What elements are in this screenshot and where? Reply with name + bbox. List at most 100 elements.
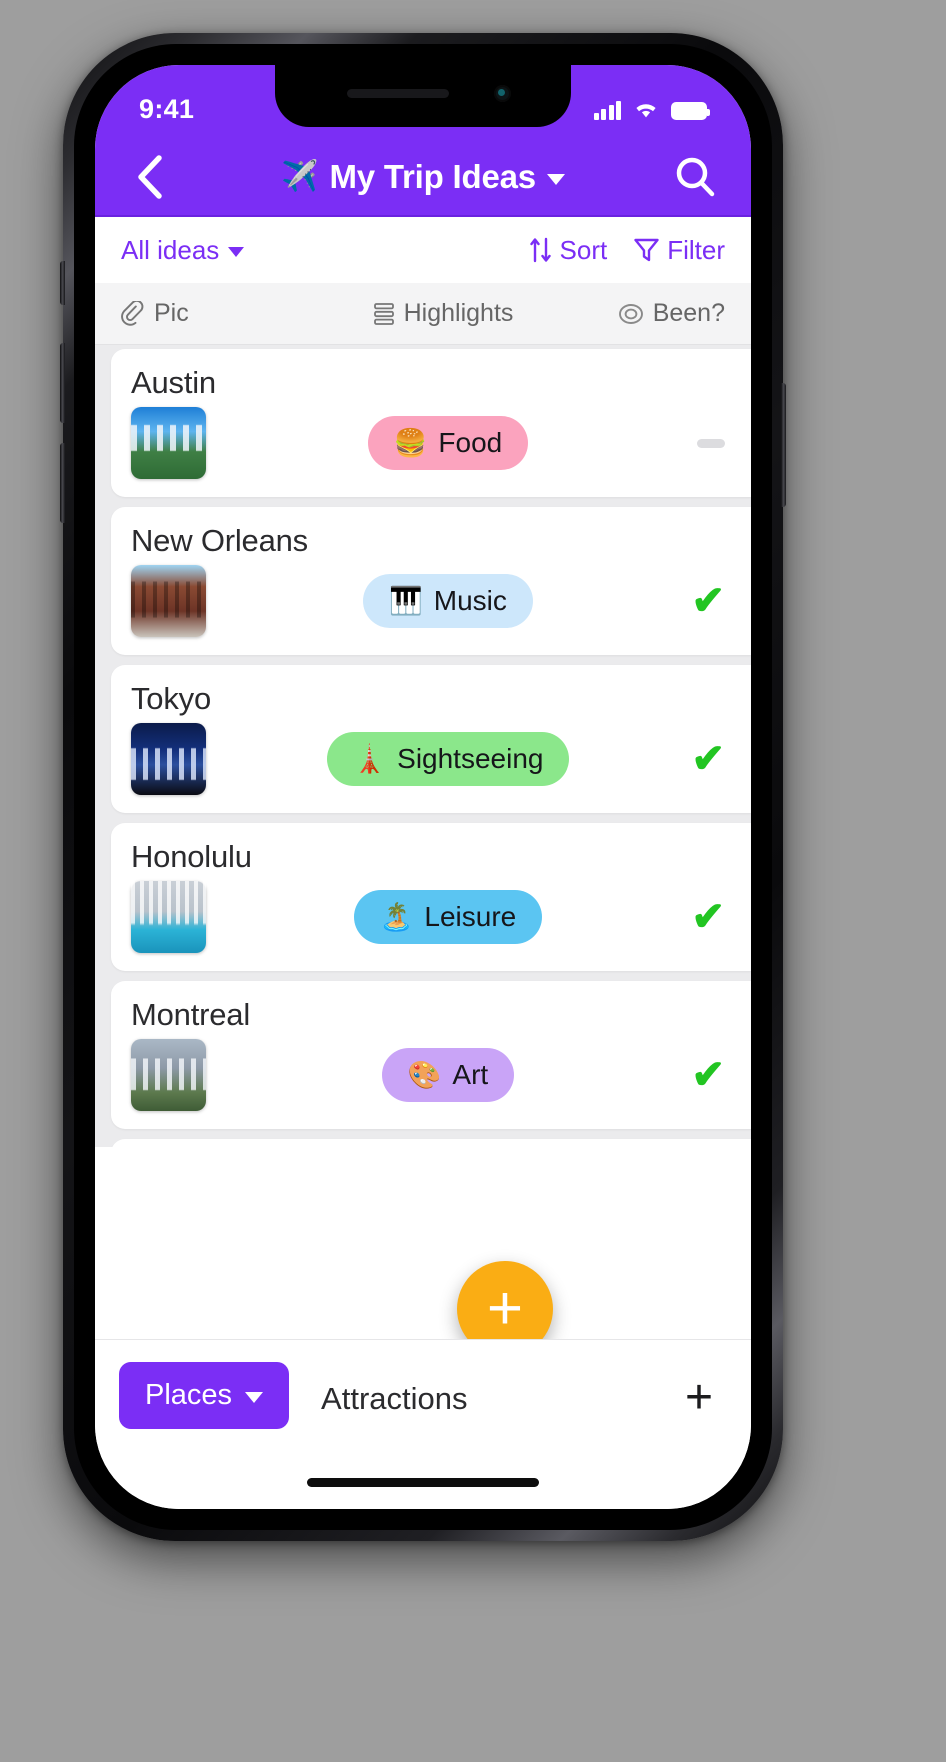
app-title-container: ✈️ My Trip Ideas [95,158,751,196]
table-tab-places[interactable]: Places [119,1362,290,1429]
search-icon[interactable] [669,151,721,203]
plus-icon: + [486,1274,524,1343]
cell-been[interactable]: ✔ [585,897,725,937]
column-header-highlights[interactable]: Highlights [321,299,565,328]
page-title: My Trip Ideas [329,158,536,195]
filter-button[interactable]: Filter [633,235,725,266]
status-time: 9:41 [139,93,195,124]
idea-card-fields: 🍔 Food [131,407,725,479]
chip-label: Food [438,427,503,458]
idea-name: Honolulu [131,839,252,874]
empty-value-dash[interactable] [697,438,725,448]
idea-thumbnail[interactable] [131,881,206,953]
chip-label: Sightseeing [397,743,544,774]
column-header-pic[interactable]: Pic [121,299,321,328]
cell-highlights[interactable]: 🗼 Sightseeing [311,732,585,786]
idea-card[interactable]: New Orleans 🎹 Music ✔ [111,507,751,655]
cellular-signal-icon [593,100,621,120]
idea-card[interactable]: Tokyo 🗼 Sightseeing ✔ [111,665,751,813]
highlight-chip[interactable]: 🗼 Sightseeing [326,732,570,786]
idea-card-fields: 🎨 Art ✔ [131,1039,725,1111]
idea-thumbnail[interactable] [131,407,206,479]
checkmark-icon[interactable]: ✔ [691,897,725,937]
idea-thumbnail[interactable] [131,1039,206,1111]
toolbar-actions: Sort Filter [529,235,725,266]
silence-switch[interactable] [60,261,65,305]
idea-card[interactable]: Austin 🍔 Food [111,349,751,497]
column-label-highlights: Highlights [403,299,514,327]
cell-been[interactable] [585,438,725,448]
chip-label: Leisure [424,901,517,932]
idea-card[interactable]: Portland🍔 [111,1139,751,1147]
status-indicators [593,99,710,120]
checkmark-icon[interactable]: ✔ [691,581,725,621]
checkmark-icon[interactable]: ✔ [691,739,725,779]
app-header: ✈️ My Trip Ideas [95,139,751,217]
volume-up-button[interactable] [60,343,65,423]
chip-label: Art [452,1059,489,1090]
funnel-icon [634,238,659,262]
app-title-button[interactable]: ✈️ My Trip Ideas [281,158,565,196]
filter-label: Filter [667,234,725,265]
cell-pic[interactable] [131,565,311,637]
ideas-list[interactable]: Austin 🍔 Food New Orleans 🎹 Music ✔ Tokyo 🗼 Sight… [95,345,751,1147]
idea-thumbnail[interactable] [131,565,206,637]
earpiece-speaker [347,89,449,98]
highlight-chip[interactable]: 🍔 Food [367,416,529,470]
multi-select-icon [373,302,394,325]
chip-emoji-icon: 🎹 [389,585,423,616]
column-label-been: Been? [652,299,725,327]
cell-been[interactable]: ✔ [585,581,725,621]
front-camera-icon [494,85,511,102]
volume-down-button[interactable] [60,443,65,523]
home-indicator[interactable] [307,1478,539,1487]
view-name-label: All ideas [121,234,220,265]
airplane-icon: ✈️ [281,160,319,193]
cell-highlights[interactable]: 🎨 Art [311,1048,585,1102]
cell-been[interactable]: ✔ [585,739,725,779]
idea-card[interactable]: Montreal 🎨 Art ✔ [111,981,751,1129]
column-header-row: Pic Highlights Been? [95,283,751,345]
cell-pic[interactable] [131,1039,311,1111]
chip-emoji-icon: 🎨 [407,1059,442,1090]
column-header-been[interactable]: Been? [565,299,725,328]
idea-name: Austin [131,365,216,400]
cell-been[interactable]: ✔ [585,1055,725,1095]
table-tab-attractions[interactable]: Attractions [289,1362,467,1417]
cell-highlights[interactable]: 🏝️ Leisure [311,890,585,944]
chevron-down-icon [245,1391,264,1403]
view-toolbar: All ideas Sort Filter [95,217,751,283]
cell-highlights[interactable]: 🎹 Music [311,574,585,628]
column-label-pic: Pic [154,299,189,327]
sort-label: Sort [559,234,608,265]
cell-pic[interactable] [131,881,311,953]
back-chevron-icon[interactable] [125,153,173,201]
idea-card-fields: 🎹 Music ✔ [131,565,725,637]
idea-name: Montreal [131,997,251,1032]
chevron-down-icon [228,246,245,257]
idea-card[interactable]: Honolulu 🏝️ Leisure ✔ [111,823,751,971]
battery-full-icon [671,101,710,120]
highlight-chip[interactable]: 🏝️ Leisure [353,890,543,944]
cell-pic[interactable] [131,723,311,795]
idea-card-fields: 🏝️ Leisure ✔ [131,881,725,953]
sort-button[interactable]: Sort [529,234,608,266]
device-notch [275,65,571,127]
wifi-icon [636,103,656,117]
highlight-chip[interactable]: 🎹 Music [363,574,533,628]
chevron-down-icon [546,173,565,185]
checkmark-icon[interactable]: ✔ [691,1055,725,1095]
chip-emoji-icon: 🏝️ [379,901,414,932]
power-button[interactable] [781,383,786,507]
cell-pic[interactable] [131,407,311,479]
add-table-button[interactable]: + [685,1362,713,1422]
highlight-chip[interactable]: 🎨 Art [381,1048,515,1102]
sort-arrows-icon [529,237,551,263]
idea-name: Tokyo [131,681,211,716]
view-picker-button[interactable]: All ideas [121,234,245,266]
phone-bezel: 9:41 ✈️ My Trip Ideas All ideas Sort Fil… [74,44,772,1530]
table-tab-places-label: Places [145,1379,233,1411]
idea-thumbnail[interactable] [131,723,206,795]
chip-label: Music [433,585,507,616]
cell-highlights[interactable]: 🍔 Food [311,416,585,470]
